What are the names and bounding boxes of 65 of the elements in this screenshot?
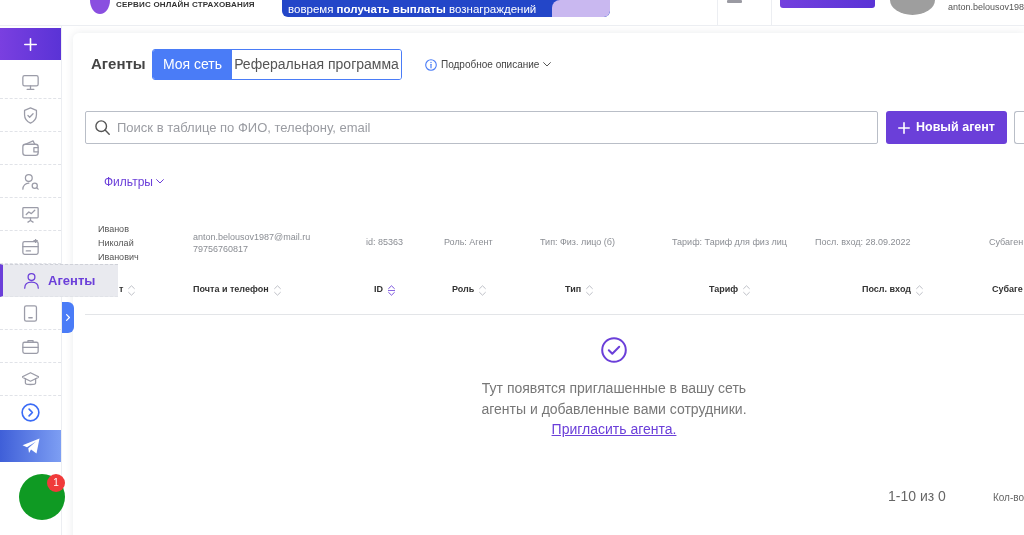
telegram-button[interactable] — [0, 430, 61, 462]
user-icon — [23, 272, 40, 289]
chat-button[interactable]: 1 — [19, 474, 65, 520]
agent-field: id: 85363 — [366, 236, 444, 250]
new-agent-button[interactable]: Новый агент — [886, 111, 1007, 144]
column-header[interactable]: т — [119, 281, 136, 299]
column-header[interactable]: Роль — [452, 281, 487, 299]
invite-agent-link[interactable]: Пригласить агента. — [551, 421, 677, 437]
check-circle-icon — [601, 337, 627, 363]
wallet-icon — [22, 139, 39, 157]
details-dropdown[interactable]: Подробное описание — [425, 57, 552, 72]
search-icon — [95, 120, 110, 135]
notification-badge: 1 — [47, 474, 65, 492]
outline-button[interactable] — [1014, 111, 1024, 144]
agent-email: anton.belousov1987@mail.ru — [193, 231, 312, 243]
agent-field: Тариф: Тариф для физ лиц — [672, 236, 815, 250]
promo-banner[interactable]: вовремя получать выплаты вознаграждений — [282, 0, 610, 17]
column-header[interactable]: Посл. вход — [862, 281, 923, 299]
paper-plane-icon — [21, 438, 40, 454]
chevron-down-icon — [543, 62, 552, 67]
chevron-down-icon — [155, 179, 164, 184]
illustration-placeholder — [552, 0, 610, 17]
add-button[interactable] — [0, 28, 61, 60]
column-header[interactable]: Тип — [565, 281, 594, 299]
tab[interactable]: Реферальная программа — [232, 50, 401, 79]
column-header[interactable]: ID — [374, 281, 395, 299]
sort-icon[interactable] — [388, 284, 395, 296]
user-email: anton.belousov198 — [947, 2, 1024, 12]
avatar-icon[interactable] — [889, 0, 935, 15]
chevron-right-icon — [66, 314, 70, 321]
logo-icon — [90, 0, 110, 14]
sidebar-item[interactable]: Агенты — [0, 264, 118, 297]
column-header[interactable]: Почта и телефон — [193, 281, 281, 299]
graduation-cap-icon — [22, 370, 39, 388]
briefcase-icon — [22, 337, 39, 355]
plus-icon — [898, 121, 910, 134]
agent-field: Тип: Физ. лицо (б) — [540, 236, 672, 250]
presentation-chart-icon — [22, 205, 39, 223]
header-action-button[interactable] — [780, 0, 875, 8]
search-field[interactable]: Поиск в таблице по ФИО, телефону, email — [85, 111, 878, 144]
chevron-circle-icon — [21, 403, 40, 422]
tab[interactable]: Моя сеть — [153, 50, 232, 79]
pagination-range: 1-10 из 0 — [888, 486, 946, 506]
empty-state-message: Тут появятся приглашенные в вашу сеть агенты и добавленные вами сотрудники. Пригласить агента. — [480, 379, 748, 439]
column-header[interactable]: Субаге — [992, 281, 1023, 299]
info-icon — [425, 58, 437, 71]
filters-dropdown[interactable]: Фильтры — [104, 175, 164, 188]
agent-name: Иванов Николай Иванович — [98, 223, 140, 264]
shield-check-icon — [22, 106, 39, 124]
tablet-icon — [22, 304, 39, 322]
agent-field: Роль: Агент — [444, 236, 540, 250]
user-search-icon — [22, 172, 39, 190]
plus-icon — [24, 37, 37, 51]
logo-tagline: СЕРВИС ОНЛАЙН СТРАХОВАНИЯ — [116, 0, 255, 9]
banner-text: вовремя получать выплаты вознаграждений — [288, 1, 537, 16]
agent-field: Посл. вход: 28.09.2022 — [815, 236, 989, 250]
page-title: Агенты — [91, 54, 147, 75]
agent-phone: 79756760817 — [193, 243, 250, 255]
per-page-label: Кол-во — [992, 490, 1024, 505]
card-plus-icon — [22, 238, 39, 256]
agent-field: Субаген — [989, 236, 1024, 250]
menu-icon[interactable] — [727, 0, 742, 3]
collapse-toggle[interactable] — [62, 302, 74, 333]
column-header[interactable]: Тариф — [709, 281, 751, 299]
monitor-icon — [22, 73, 39, 91]
